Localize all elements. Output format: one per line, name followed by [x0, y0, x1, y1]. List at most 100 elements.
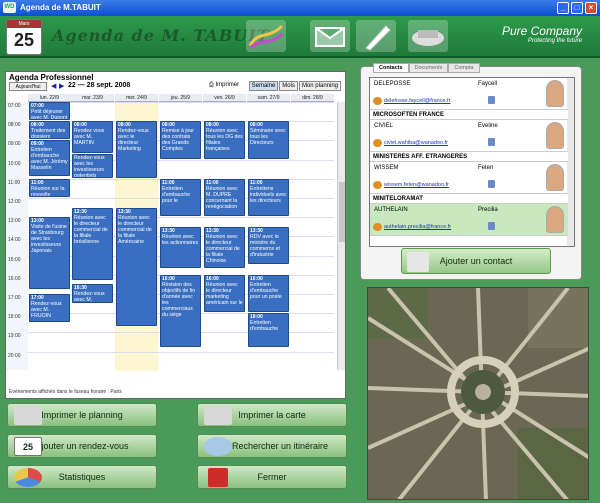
- statistics-button[interactable]: Statistiques: [7, 465, 157, 489]
- event-text: Entretien d'embauche pour le: [162, 185, 191, 204]
- agenda-event[interactable]: 18:00 Entretien d'embauche: [248, 313, 289, 347]
- devices-icon[interactable]: [408, 20, 448, 52]
- satellite-map[interactable]: [367, 287, 589, 500]
- event-text: Petit déjeuner avec M. Dupont: [31, 109, 68, 121]
- event-text: Réunion avec le directeur commercial de …: [74, 214, 108, 245]
- contact-action-icon[interactable]: [488, 180, 495, 188]
- agenda-event[interactable]: 07:00 Petit déjeuner avec M. Dupont: [29, 102, 70, 121]
- pen-icon[interactable]: [356, 20, 396, 52]
- contact-firstname: Faycell: [478, 81, 498, 87]
- agenda-event[interactable]: 11:00 Entretien d'embauche pour le: [160, 178, 201, 217]
- hour-label: 19:00: [8, 333, 21, 340]
- calendar-icon-day: 25: [13, 30, 35, 50]
- close-app-button[interactable]: Fermer: [197, 465, 347, 489]
- add-appointment-button[interactable]: 25 Ajouter un rendez-vous: [7, 434, 157, 458]
- tab-contacts[interactable]: Contacts: [373, 63, 409, 73]
- agenda-event[interactable]: 13:30 Réunion avec le directeur commercia…: [116, 207, 157, 326]
- calendar-icon-month: Mars: [7, 20, 41, 28]
- power-icon: [208, 468, 228, 487]
- contact-organization: MINITELORAMAT: [370, 194, 568, 204]
- contact-row[interactable]: WISSEM Feten wissem.feten@wanadoo.fr: [370, 162, 568, 194]
- day-header: ven. 26/9: [203, 94, 246, 102]
- contact-row[interactable]: DELEPOSSE Faycell delefosse.faycell@france…: [370, 78, 568, 110]
- agenda-event[interactable]: 08:00 Réunion avec tous les DG des filial…: [204, 121, 245, 159]
- agenda-event[interactable]: 11:00 Réunion sur la nouvelle: [29, 178, 70, 197]
- agenda-event[interactable]: 13:30 Réunion avec le directeur commercia…: [204, 226, 245, 269]
- contact-name: AUTHELAIN: [374, 207, 408, 213]
- close-window-button[interactable]: ×: [585, 2, 597, 14]
- contact-action-icon[interactable]: [488, 222, 495, 230]
- contact-email-link[interactable]: civiel.wahiba@wanadoo.fr: [384, 140, 448, 146]
- agenda-event[interactable]: 17:00 Rendez-vous avec M. FRUOIN: [29, 294, 70, 322]
- agenda-event[interactable]: 09:00 Entretien d'embauche avec M. Jérémy…: [29, 140, 70, 176]
- agenda-event[interactable]: 08:00 Remise à jour des contrats des Gran…: [160, 121, 201, 159]
- contact-firstname: Feten: [478, 165, 494, 171]
- tab-compta[interactable]: Compta: [448, 63, 480, 73]
- window-title: Agenda de M.TABUIT: [20, 3, 101, 12]
- scrollbar-thumb[interactable]: [339, 182, 345, 242]
- agenda-event[interactable]: 13:00 Visite de l'usine de Strasbourg ave…: [29, 217, 70, 290]
- contacts-list[interactable]: DELEPOSSE Faycell delefosse.faycell@france…: [369, 77, 575, 247]
- contact-row[interactable]: CIVIEL Eveline civiel.wahiba@wanadoo.fr: [370, 120, 568, 152]
- tab-mois[interactable]: Mois: [279, 81, 298, 91]
- event-text: Réunion avec le directeur commercial de …: [118, 214, 152, 245]
- contact-action-icon[interactable]: [488, 96, 495, 104]
- hour-label: 13:00: [8, 218, 21, 225]
- app-title: Agenda de M. TABUIT: [52, 26, 270, 45]
- contact-action-icon[interactable]: [488, 138, 495, 146]
- prev-week-icon[interactable]: ◀: [51, 82, 56, 90]
- print-planning-button[interactable]: Imprimer le planning: [7, 403, 157, 427]
- agenda-event[interactable]: Rendez-vous avec les investisseurs poten…: [72, 153, 113, 178]
- timezone-note: Evénements affichés dans le fuseau horai…: [9, 389, 122, 395]
- time-column: 07:00 08:00 09:00 10:00 11:00 12:00 13:00 14:00…: [6, 102, 28, 370]
- maximize-button[interactable]: □: [571, 2, 583, 14]
- contact-email-link[interactable]: delefosse.faycell@france.fr: [384, 98, 450, 104]
- contact-email-link[interactable]: authelain.precilia@france.fr: [384, 224, 451, 230]
- agenda-event[interactable]: 11:00 Réunion avec M. DUPRE concernant la…: [204, 178, 245, 217]
- tab-mon-planning[interactable]: Mon planning: [298, 81, 341, 91]
- agenda-event[interactable]: 08:00 Séminaire avec tous les Directeurs: [248, 121, 289, 159]
- chart-icon[interactable]: [246, 20, 286, 52]
- agenda-event[interactable]: 16:30 Rendez-vous avec M.: [72, 284, 113, 303]
- search-route-button[interactable]: Rechercher un itinéraire: [197, 434, 347, 458]
- tab-semaine[interactable]: Semaine: [248, 81, 279, 91]
- agenda-event[interactable]: 13:30 Réunion avec les actionnaires: [160, 226, 201, 269]
- calendar-icon: 25: [14, 437, 42, 456]
- agenda-event[interactable]: 16:00 Révision des objectifs de fin d'ann…: [160, 274, 201, 347]
- tab-documents[interactable]: Documents: [408, 63, 449, 73]
- agenda-event[interactable]: 12:30 Réunion avec le directeur commercia…: [72, 207, 113, 280]
- agenda-scrollbar[interactable]: [337, 102, 345, 370]
- agenda-event[interactable]: 08:00 Traitement des dossiers: [29, 121, 70, 140]
- agenda-event[interactable]: 11:00 Entretiens individuels avec les dir…: [248, 178, 289, 217]
- hour-label: 16:00: [8, 275, 21, 282]
- event-text: Rendez-vous avec le directeur Marketing: [118, 128, 149, 153]
- contact-row[interactable]: AUTHELAIN Precilia authelain.precilia@fran…: [370, 204, 568, 236]
- pie-chart-icon: [14, 468, 42, 487]
- grid-line: [28, 102, 334, 103]
- event-text: Rendez vous avec M. MARTIN: [74, 128, 105, 147]
- event-text: Entretien d'embauche pour un poste: [250, 281, 282, 300]
- contact-email-link[interactable]: wissem.feten@wanadoo.fr: [384, 182, 449, 188]
- email-icon: [373, 181, 382, 189]
- event-text: Réunion avec M. DUPRE concernant la rené…: [206, 185, 238, 210]
- event-text: Visite de l'usine de Strasbourg avec les…: [31, 224, 67, 255]
- agenda-event[interactable]: 16:00 Entretien d'embauche pour un poste: [248, 274, 289, 313]
- event-text: Réunion avec le directeur marketing amér…: [206, 281, 243, 306]
- today-button[interactable]: Aujourd'hui: [9, 82, 47, 91]
- hour-label: 12:00: [8, 199, 21, 205]
- agenda-event[interactable]: 08:00 Rendez-vous avec le directeur Marke…: [116, 121, 157, 178]
- agenda-event[interactable]: 08:00 Rendez vous avec M. MARTIN: [72, 121, 113, 153]
- add-contact-label: Ajouter un contact: [439, 256, 513, 266]
- event-text: Rendez-vous avec M.: [74, 291, 105, 303]
- day-header: mer. 24/9: [115, 94, 158, 102]
- next-week-icon[interactable]: ▶: [59, 82, 64, 90]
- print-map-button[interactable]: Imprimer la carte: [197, 403, 347, 427]
- mail-icon[interactable]: [310, 20, 350, 52]
- minimize-button[interactable]: _: [557, 2, 569, 14]
- agenda-event[interactable]: 16:00 Réunion avec le directeur marketing…: [204, 274, 245, 313]
- print-link[interactable]: ⎙ Imprimer: [209, 82, 239, 89]
- agenda-event[interactable]: 13:30 RDV avec le ministre du commerce et…: [248, 226, 289, 265]
- add-contact-button[interactable]: Ajouter un contact: [401, 248, 551, 274]
- contact-organization: MINISTERES AFF. ETRANGERES: [370, 152, 568, 162]
- contacts-scrollbar[interactable]: [567, 78, 574, 246]
